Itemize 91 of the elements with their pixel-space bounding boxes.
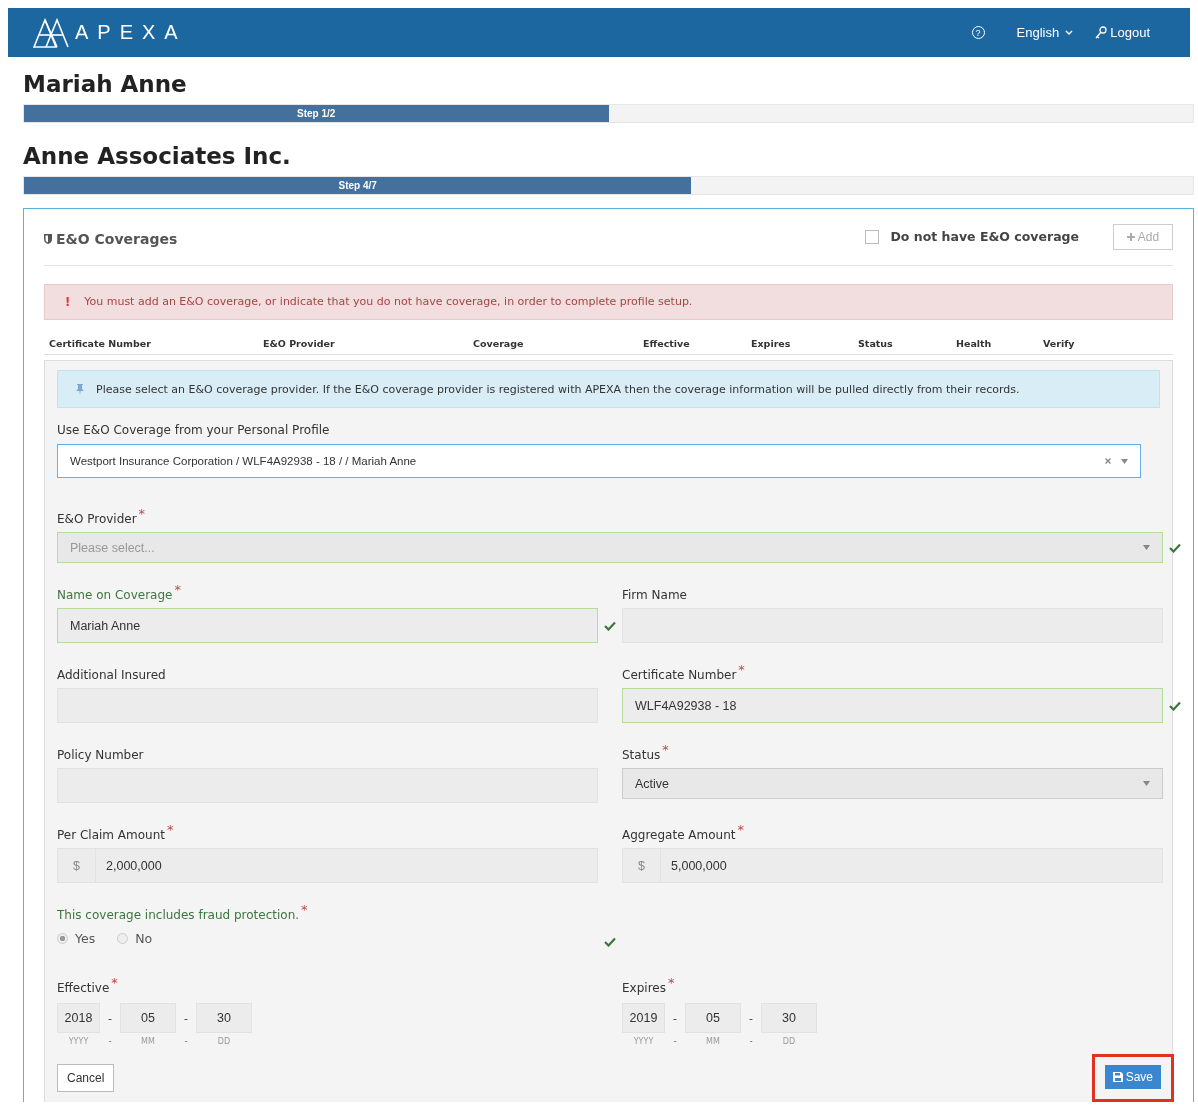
currency-addon: $: [58, 849, 96, 882]
clear-icon: [1105, 458, 1111, 464]
field-label: E&O Provider: [57, 511, 137, 528]
checkbox[interactable]: [865, 229, 880, 244]
date-separator: -: [107, 1011, 113, 1025]
field-label: Additional Insured: [57, 667, 166, 684]
date-part-hint: MM: [705, 1036, 721, 1046]
date-separator: -: [183, 1036, 189, 1046]
date-separator: -: [672, 1036, 678, 1046]
cancel-button[interactable]: Cancel: [57, 1064, 115, 1092]
field-label: Policy Number: [57, 747, 144, 764]
logo-icon: [33, 17, 71, 48]
required-mark: *: [138, 508, 146, 520]
date-part-field[interactable]: 30: [196, 1003, 252, 1033]
profile-name: Mariah Anne: [23, 70, 188, 99]
key-icon: [1095, 25, 1108, 40]
progress-fill: Step 1/2: [24, 105, 609, 122]
required-mark: *: [111, 977, 118, 989]
radio-option[interactable]: Yes: [57, 930, 96, 946]
save-button[interactable]: Save: [1104, 1065, 1161, 1089]
field-label: Status: [622, 747, 661, 764]
floppy-icon: [1112, 1072, 1123, 1082]
date-part-field[interactable]: 2018: [57, 1003, 100, 1033]
section-title: E&O Coverages: [56, 230, 178, 247]
date-separator: -: [672, 1011, 678, 1025]
column-header: Status: [858, 338, 894, 349]
date-part-field[interactable]: 2019: [622, 1003, 665, 1033]
date-part-field[interactable]: 05: [120, 1003, 176, 1033]
profile-name: Anne Associates Inc.: [23, 142, 292, 171]
pin-icon: [76, 383, 84, 395]
required-mark: *: [174, 584, 181, 596]
date-separator: -: [748, 1036, 754, 1046]
date-part-field[interactable]: 05: [685, 1003, 741, 1033]
caret-icon: [1143, 545, 1150, 550]
logo-text: APEXA: [75, 21, 187, 44]
field-label: Expires: [622, 980, 666, 997]
caret-icon: [1121, 458, 1128, 464]
input-field[interactable]: Mariah Anne: [57, 608, 598, 643]
column-header: Verify: [1043, 338, 1076, 349]
caret-icon: [1143, 781, 1150, 786]
required-mark: *: [667, 977, 675, 989]
date-part-hint: DD: [216, 1036, 232, 1046]
required-mark: *: [738, 664, 745, 676]
radio-button[interactable]: [117, 932, 129, 944]
currency-addon: $: [623, 849, 661, 882]
required-mark: *: [167, 824, 174, 836]
field-label: Effective: [57, 980, 110, 997]
alert-message: You must add an E&O coverage, or indicate that you do not have coverage, in order to complete profile setup.: [84, 295, 693, 309]
amount-field[interactable]: $ 2,000,000: [57, 848, 598, 883]
logout-link[interactable]: Logout: [1095, 25, 1150, 40]
chevron-down-icon: [1065, 30, 1074, 35]
date-separator: -: [748, 1011, 754, 1025]
shield-icon: [44, 233, 52, 244]
check-icon: [1169, 542, 1181, 553]
date-part-field[interactable]: 30: [761, 1003, 817, 1033]
date-part-hint: YYYY: [632, 1036, 655, 1046]
required-mark: *: [737, 824, 745, 836]
date-separator: -: [183, 1011, 189, 1025]
info-message: Please select an E&O coverage provider. If the E&O coverage provider is registered with APEXA then the coverage information will be pulled directly from their records.: [96, 382, 1020, 396]
date-part-hint: DD: [781, 1036, 797, 1046]
plus-icon: [1126, 232, 1135, 241]
field-label: Aggregate Amount: [622, 827, 736, 844]
date-separator: -: [107, 1036, 113, 1046]
check-icon: [604, 620, 616, 631]
field-label: Firm Name: [622, 587, 687, 604]
column-header: Health: [956, 338, 993, 349]
field-label: Name on Coverage: [57, 587, 173, 604]
profile-coverage-select[interactable]: Westport Insurance Corporation / WLF4A92938 - 18 / / Mariah Anne: [57, 444, 1141, 478]
required-mark: *: [301, 904, 308, 916]
column-header: Expires: [751, 338, 792, 349]
date-part-hint: YYYY: [67, 1036, 90, 1046]
amount-field[interactable]: $ 5,000,000: [622, 848, 1163, 883]
check-icon: [1169, 700, 1181, 711]
exclamation-icon: !: [65, 294, 71, 309]
field-label: Per Claim Amount: [57, 827, 165, 844]
date-part-hint: MM: [140, 1036, 156, 1046]
field-label: This coverage includes fraud protection.: [57, 907, 300, 924]
required-mark: *: [662, 744, 669, 756]
check-icon: [604, 937, 616, 947]
input-field[interactable]: WLF4A92938 - 18: [622, 688, 1163, 723]
field-label: Certificate Number: [622, 667, 737, 684]
column-header: E&O Provider: [263, 338, 336, 349]
radio-button[interactable]: [57, 932, 68, 944]
column-header: Certificate Number: [49, 338, 152, 349]
select-field[interactable]: Active: [622, 768, 1163, 799]
progress-fill: Step 4/7: [24, 177, 692, 194]
language-dropdown[interactable]: English: [1016, 25, 1074, 40]
field-label: Use E&O Coverage from your Personal Profile: [57, 422, 331, 439]
column-header: Coverage: [473, 338, 525, 349]
column-header: Effective: [643, 338, 691, 349]
radio-option[interactable]: No: [117, 930, 153, 946]
